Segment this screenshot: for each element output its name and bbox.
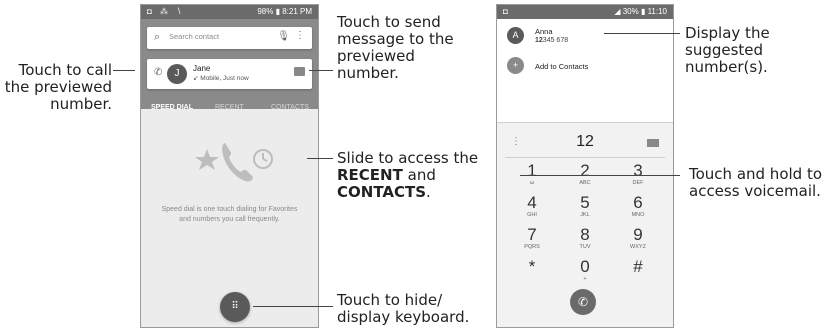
callout-contacts-word: CONTACTS [337, 183, 427, 201]
add-to-contacts-row[interactable]: + Add to Contacts [497, 53, 673, 79]
dialpad-letters: + [583, 276, 587, 282]
dialpad-letters: DEF [632, 180, 644, 186]
speed-dial-panel: Speed dial is one touch dialing for Favo… [141, 109, 318, 327]
dialpad-letters: TUV [579, 244, 591, 250]
callout-line-call [113, 70, 135, 71]
backspace-icon[interactable] [647, 139, 659, 147]
message-icon[interactable] [294, 67, 305, 76]
digits-display: ⋮ 12 [497, 133, 673, 155]
dialpad-digit: 3 [633, 161, 643, 180]
dialpad-letters: JKL [580, 212, 590, 218]
dialpad-digit: # [633, 257, 643, 276]
microphone-icon[interactable]: 🎙 [277, 31, 290, 42]
dialpad-digit: 9 [633, 225, 643, 244]
contact-preview[interactable]: ✆ J Jane ↙ Mobile, Just now [147, 59, 312, 89]
search-icon[interactable]: ⌕ [154, 31, 160, 44]
dialpad-key[interactable]: 5 JKL [560, 194, 610, 219]
callout-slide-access: Slide to access the RECENT and CONTACTS. [337, 149, 479, 201]
callout-line-suggested [604, 33, 680, 34]
dialpad-letters: ABC [579, 180, 591, 186]
callout-call-previewed: Touch to call the previewed number. [4, 61, 112, 113]
callout-voicemail: Touch and hold to access voicemail. [689, 165, 823, 200]
dialpad-digit: 4 [527, 193, 537, 212]
contact-detail: ↙ Mobile, Just now [193, 75, 249, 82]
dialpad-key[interactable]: 0 + [560, 258, 610, 283]
callout-line-slide [307, 158, 333, 159]
suggested-contact[interactable]: A Anna 12345 678 [497, 23, 673, 49]
add-contact-icon: + [507, 57, 524, 74]
dialpad: ⋮ 12 1 ω 2 ABC 3 DEF 4 GHI 5 JKL 6 MNO 7 PQRS 8 TUV 9 WXY… [497, 123, 673, 327]
star-icon [195, 149, 219, 170]
callout-line-keyboard [253, 306, 333, 307]
dialpad-letters: WXYZ [630, 244, 646, 250]
callout-recent-word: RECENT [337, 166, 403, 184]
callout-line-voicemail [520, 175, 680, 176]
status-bar: ◘ ⁂ ∖ 98% ▮ 8:21 PM [141, 5, 318, 19]
dialpad-digit: 7 [527, 225, 537, 244]
dialpad-key[interactable]: 9 WXYZ [613, 226, 663, 251]
dialpad-digit: 0 [580, 257, 590, 276]
callout-send-message: Touch to send message to the previewed n… [337, 13, 454, 82]
dialpad-key[interactable]: 8 TUV [560, 226, 610, 251]
dialpad-key[interactable]: 6 MNO [613, 194, 663, 219]
phone-icon[interactable]: ✆ [154, 67, 162, 78]
avatar: A [507, 27, 524, 44]
dialpad-digit: 5 [580, 193, 590, 212]
overflow-menu-icon[interactable]: ⋮ [295, 30, 305, 41]
avatar: J [167, 64, 187, 84]
phone-handset-icon [222, 143, 253, 182]
dialpad-key[interactable]: 7 PQRS [507, 226, 557, 251]
search-bar[interactable]: ⌕ Search contact 🎙 ⋮ [147, 27, 312, 49]
suggested-name: Anna [535, 27, 553, 36]
dialpad-digit: * [528, 257, 536, 276]
dialpad-divider [505, 157, 665, 158]
speed-dial-empty-text: Speed dial is one touch dialing for Favo… [161, 206, 298, 223]
dialpad-letters: ω [529, 180, 535, 186]
dialer-header: ⌕ Search contact 🎙 ⋮ ✆ J Jane ↙ Mobile, … [141, 19, 318, 121]
dialpad-digit: 6 [633, 193, 643, 212]
add-to-contacts-label: Add to Contacts [535, 62, 589, 71]
phone-left: ◘ ⁂ ∖ 98% ▮ 8:21 PM ⌕ Search contact 🎙 ⋮… [140, 4, 319, 328]
status-right: 98% ▮ 8:21 PM [257, 7, 312, 16]
callout-hide-keyboard: Touch to hide/ display keyboard. [337, 291, 470, 326]
dialpad-key[interactable]: * [507, 258, 557, 276]
callout-suggested-numbers: Display the suggested number(s). [685, 24, 770, 76]
dialpad-icon: ⠿ [231, 301, 239, 312]
dialpad-button[interactable]: ⠿ [220, 292, 250, 322]
dialpad-digit: 8 [580, 225, 590, 244]
search-input[interactable]: Search contact [169, 32, 219, 41]
dialpad-digit: 2 [580, 161, 590, 180]
suggested-number: 12345 678 [535, 37, 569, 44]
dialpad-key[interactable]: 4 GHI [507, 194, 557, 219]
dialpad-letters: GHI [527, 212, 537, 218]
status-icons-left: ◘ [503, 7, 511, 16]
dialpad-digit: 1 [527, 161, 537, 180]
phone-icon: ✆ [577, 295, 589, 309]
contact-name: Jane [193, 64, 211, 73]
phone-right: ◘ ◢ 30% ▮ 11:10 A Anna 12345 678 + Add t… [496, 4, 674, 328]
status-bar: ◘ ◢ 30% ▮ 11:10 [497, 5, 673, 19]
status-right: ◢ 30% ▮ 11:10 [614, 7, 667, 16]
status-icons-left: ◘ ⁂ ∖ [147, 7, 185, 16]
callout-line-message [309, 70, 333, 71]
dialpad-letters: MNO [631, 212, 645, 218]
call-button[interactable]: ✆ [570, 289, 596, 315]
dialpad-letters: PQRS [524, 244, 540, 250]
speed-dial-illustration [195, 143, 273, 182]
dialpad-key[interactable]: # [613, 258, 663, 276]
